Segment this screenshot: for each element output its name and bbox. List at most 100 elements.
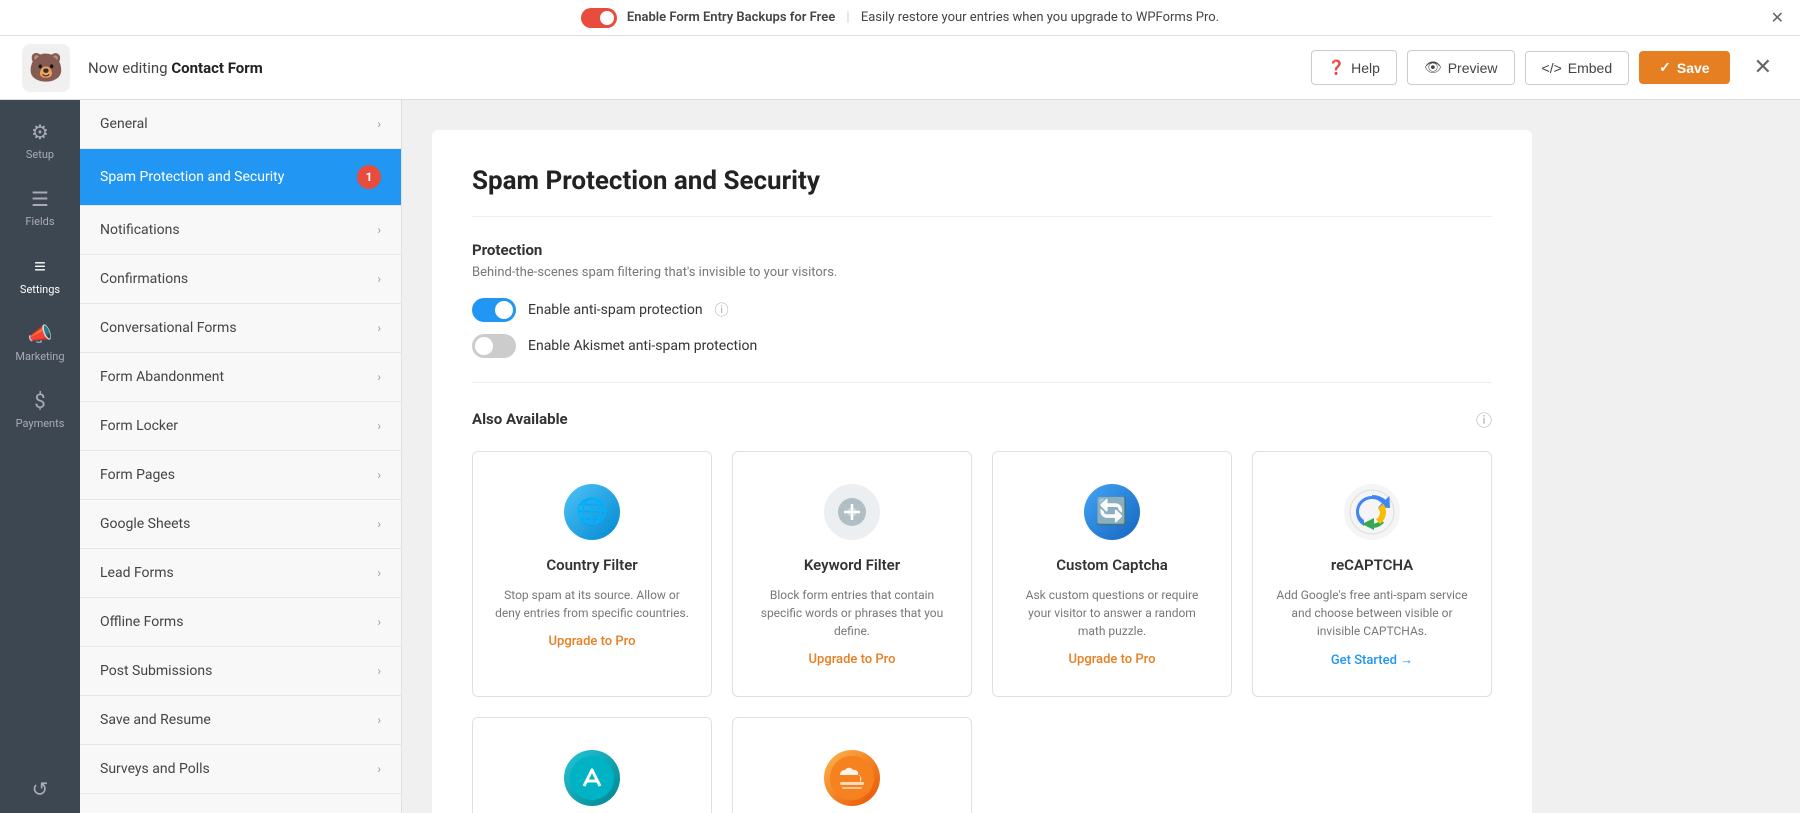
embed-button[interactable]: </> Embed <box>1525 51 1630 85</box>
menu-item-confirmations[interactable]: Confirmations › <box>80 255 401 304</box>
help-button[interactable]: ❓ Help <box>1311 50 1397 85</box>
sidebar-item-settings[interactable]: ≡ Settings <box>0 242 80 308</box>
header-close-icon[interactable]: ✕ <box>1746 55 1780 80</box>
chevron-right-icon: › <box>377 321 381 335</box>
hcaptcha-icon <box>560 746 624 810</box>
anti-spam-toggle[interactable] <box>472 298 516 322</box>
also-available-title: Also Available <box>472 410 568 428</box>
sidebar-item-setup-label: Setup <box>26 148 54 161</box>
sidebar-item-settings-label: Settings <box>20 283 60 296</box>
fields-icon: ☰ <box>31 187 49 211</box>
sidebar-item-payments-label: Payments <box>16 417 65 430</box>
menu-item-offline-forms-label: Offline Forms <box>100 614 183 630</box>
cloudflare-turnstile-icon <box>820 746 884 810</box>
hcaptcha-logo-icon <box>564 750 620 806</box>
info-circle-icon: ⓘ <box>1476 407 1492 431</box>
country-filter-action[interactable]: Upgrade to Pro <box>549 634 636 649</box>
sidebar-item-fields[interactable]: ☰ Fields <box>0 175 80 240</box>
anti-spam-toggle-row: Enable anti-spam protection ⓘ <box>472 298 1492 322</box>
akismet-toggle[interactable] <box>472 334 516 358</box>
check-icon: ✓ <box>1659 59 1671 76</box>
menu-item-post-submissions[interactable]: Post Submissions › <box>80 647 401 696</box>
card-cloudflare-turnstile: Cloudflare Turnstile <box>732 717 972 813</box>
menu-item-lead-forms-label: Lead Forms <box>100 565 174 581</box>
protection-description: Behind-the-scenes spam filtering that's … <box>472 265 1492 280</box>
custom-captcha-action[interactable]: Upgrade to Pro <box>1069 652 1156 667</box>
banner-close-icon[interactable]: ✕ <box>1771 8 1784 27</box>
sidebar-item-setup[interactable]: ⚙ Setup <box>0 108 80 173</box>
chevron-right-icon: › <box>377 272 381 286</box>
keyword-filter-icon <box>820 480 884 544</box>
marketing-icon: 📣 <box>28 322 53 346</box>
save-button[interactable]: ✓ Save <box>1639 51 1729 84</box>
sidebar-item-fields-label: Fields <box>25 215 54 228</box>
menu-item-notifications-label: Notifications <box>100 222 180 238</box>
keyword-filter-name: Keyword Filter <box>804 556 900 574</box>
menu-item-conversational-forms-label: Conversational Forms <box>100 320 237 336</box>
menu-item-google-sheets[interactable]: Google Sheets › <box>80 500 401 549</box>
header-actions: ❓ Help 👁 Preview </> Embed ✓ Save <box>1311 50 1730 85</box>
editing-prefix: Now editing <box>88 59 168 77</box>
menu-item-spam-protection[interactable]: Spam Protection and Security 1 <box>80 149 401 206</box>
sidebar-item-marketing-label: Marketing <box>15 350 64 363</box>
chevron-right-icon: › <box>377 370 381 384</box>
menu-item-surveys-and-polls[interactable]: Surveys and Polls › <box>80 745 401 794</box>
recaptcha-action[interactable]: Get Started → <box>1331 652 1413 668</box>
akismet-label: Enable Akismet anti-spam protection <box>528 338 757 354</box>
chevron-right-icon: › <box>377 713 381 727</box>
main-content: Spam Protection and Security Protection … <box>402 100 1800 813</box>
also-available-section: Also Available ⓘ 🌐 Country Filter Stop s… <box>472 407 1492 813</box>
chevron-right-icon: › <box>377 664 381 678</box>
protection-title: Protection <box>472 241 1492 259</box>
sidebar-item-payments[interactable]: $ Payments <box>0 377 80 442</box>
menu-item-offline-forms[interactable]: Offline Forms › <box>80 598 401 647</box>
save-label: Save <box>1677 60 1710 76</box>
feature-cards-row1: 🌐 Country Filter Stop spam at its source… <box>472 451 1492 697</box>
left-nav: ⚙ Setup ☰ Fields ≡ Settings 📣 Marketing … <box>0 100 80 813</box>
anti-spam-help-icon[interactable]: ⓘ <box>715 300 729 320</box>
menu-item-form-pages[interactable]: Form Pages › <box>80 451 401 500</box>
chevron-right-icon: › <box>377 223 381 237</box>
history-icon: ↺ <box>32 777 49 801</box>
chevron-right-icon: › <box>377 762 381 776</box>
keyword-filter-desc: Block form entries that contain specific… <box>753 586 951 640</box>
chevron-right-icon: › <box>377 566 381 580</box>
menu-item-form-locker[interactable]: Form Locker › <box>80 402 401 451</box>
chevron-right-icon: › <box>377 468 381 482</box>
card-custom-captcha: 🔄 Custom Captcha Ask custom questions or… <box>992 451 1232 697</box>
menu-item-save-and-resume-label: Save and Resume <box>100 712 211 728</box>
keyword-filter-action[interactable]: Upgrade to Pro <box>809 652 896 667</box>
menu-item-save-and-resume[interactable]: Save and Resume › <box>80 696 401 745</box>
top-banner: Enable Form Entry Backups for Free | Eas… <box>0 0 1800 36</box>
banner-separator: | <box>846 10 849 25</box>
menu-item-conversational-forms[interactable]: Conversational Forms › <box>80 304 401 353</box>
recaptcha-name: reCAPTCHA <box>1331 556 1413 574</box>
banner-toggle[interactable] <box>581 8 617 28</box>
recaptcha-icon <box>1340 480 1404 544</box>
card-hcaptcha: hCaptcha <box>472 717 712 813</box>
custom-captcha-name: Custom Captcha <box>1056 556 1168 574</box>
akismet-toggle-row: Enable Akismet anti-spam protection <box>472 334 1492 358</box>
preview-button[interactable]: 👁 Preview <box>1407 50 1515 85</box>
menu-item-notifications[interactable]: Notifications › <box>80 206 401 255</box>
menu-item-form-pages-label: Form Pages <box>100 467 175 483</box>
embed-label: Embed <box>1568 60 1612 76</box>
menu-item-lead-forms[interactable]: Lead Forms › <box>80 549 401 598</box>
spam-badge: 1 <box>357 165 381 189</box>
feature-cards-row2: hCaptcha <box>472 717 1492 813</box>
embed-icon: </> <box>1542 60 1562 76</box>
payments-icon: $ <box>34 389 45 413</box>
help-icon: ❓ <box>1328 59 1345 76</box>
menu-item-form-locker-label: Form Locker <box>100 418 178 434</box>
side-menu: General › Spam Protection and Security 1… <box>80 100 402 813</box>
recaptcha-logo-icon <box>1344 484 1400 540</box>
sidebar-item-history[interactable]: ↺ <box>0 765 80 813</box>
help-label: Help <box>1351 60 1380 76</box>
chevron-right-icon: › <box>377 117 381 131</box>
menu-item-form-abandonment[interactable]: Form Abandonment › <box>80 353 401 402</box>
protection-section: Protection Behind-the-scenes spam filter… <box>472 241 1492 358</box>
sidebar-item-marketing[interactable]: 📣 Marketing <box>0 310 80 375</box>
card-keyword-filter: Keyword Filter Block form entries that c… <box>732 451 972 697</box>
menu-item-general[interactable]: General › <box>80 100 401 149</box>
country-filter-icon: 🌐 <box>560 480 624 544</box>
